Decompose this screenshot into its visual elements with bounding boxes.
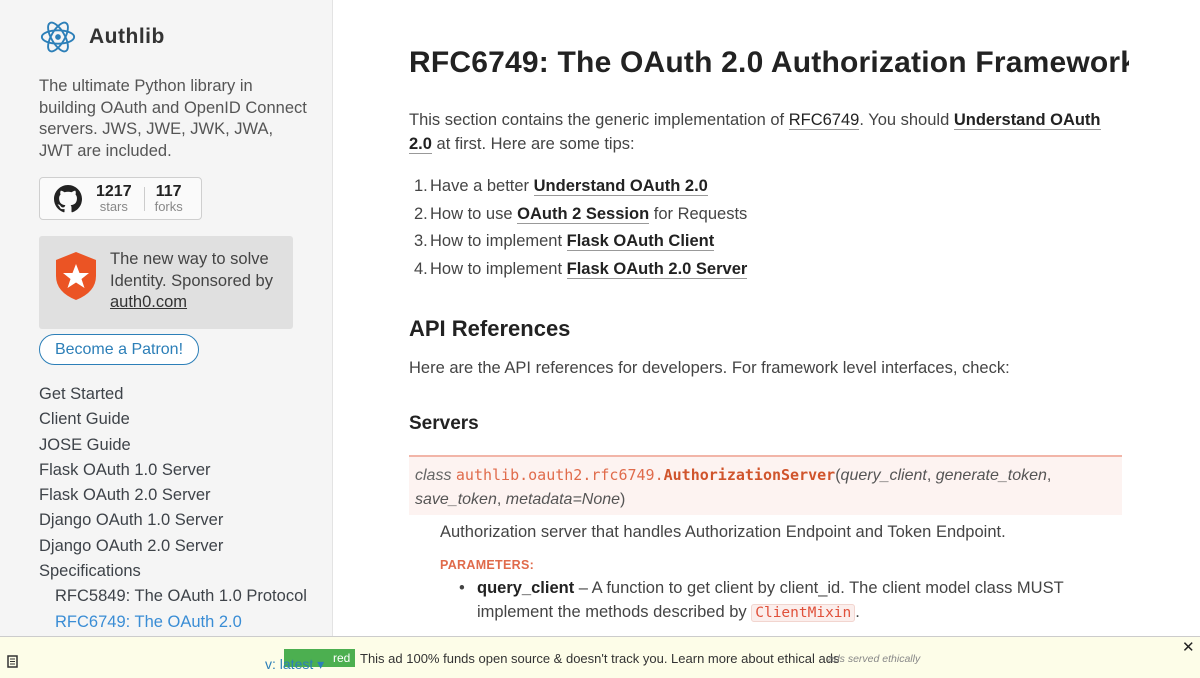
nav-get-started[interactable]: Get Started bbox=[39, 384, 307, 409]
version-selector[interactable]: v: latest ▾ bbox=[265, 656, 324, 673]
list-item: 3. How to implement Flask OAuth Client bbox=[414, 232, 715, 252]
github-icon bbox=[54, 184, 82, 212]
sponsor-link[interactable]: auth0.com bbox=[110, 293, 187, 311]
clientmixin-link[interactable]: ClientMixin bbox=[751, 604, 856, 622]
nav-django-oauth1-server[interactable]: Django OAuth 1.0 Server bbox=[39, 510, 307, 535]
parameter-item: • query_client – A function to get clien… bbox=[459, 576, 1119, 625]
sponsor-card[interactable]: The new way to solve Identity. Sponsored… bbox=[39, 236, 293, 329]
parameters-label: PARAMETERS: bbox=[440, 558, 535, 572]
intro-paragraph: This section contains the generic implem… bbox=[409, 111, 1101, 154]
tip-link[interactable]: Flask OAuth Client bbox=[566, 232, 715, 252]
nav-jose-guide[interactable]: JOSE Guide bbox=[39, 435, 307, 460]
book-icon[interactable] bbox=[6, 655, 19, 669]
api-references-text: Here are the API references for develope… bbox=[409, 359, 1010, 377]
nav-flask-oauth1-server[interactable]: Flask OAuth 1.0 Server bbox=[39, 460, 307, 485]
class-signature: class authlib.oauth2.rfc6749.Authorizati… bbox=[409, 455, 1122, 515]
tip-link[interactable]: OAuth 2 Session bbox=[517, 204, 650, 224]
bullet: • bbox=[459, 579, 465, 597]
list-item: 1. Have a better Understand OAuth 2.0 bbox=[414, 177, 708, 196]
tips-list: 1. Have a better Understand OAuth 2.0 2. H… bbox=[409, 173, 748, 283]
brand[interactable]: Authlib bbox=[39, 18, 165, 56]
sidebar: Authlib The ultimate Python library in b… bbox=[0, 0, 333, 636]
main-content: RFC6749: The OAuth 2.0 Authorization Fra… bbox=[409, 0, 1129, 636]
list-item: 2. How to use OAuth 2 Session for Request… bbox=[414, 204, 748, 224]
sponsor-text: The new way to solve Identity. Sponsored… bbox=[110, 250, 273, 311]
page-title: RFC6749: The OAuth 2.0 Authorization Fra… bbox=[409, 46, 1129, 79]
caret-down-icon: ▾ bbox=[317, 656, 325, 672]
sidebar-nav: Get Started Client Guide JOSE Guide Flas… bbox=[39, 384, 307, 636]
servers-heading: Servers bbox=[409, 413, 479, 434]
nav-specifications[interactable]: Specifications bbox=[39, 561, 307, 586]
tagline: The ultimate Python library in building … bbox=[39, 77, 307, 160]
auth0-logo-icon bbox=[56, 252, 96, 300]
class-description: Authorization server that handles Author… bbox=[440, 523, 1006, 541]
nav-client-guide[interactable]: Client Guide bbox=[39, 409, 307, 434]
class-name: AuthorizationServer bbox=[663, 466, 836, 484]
param-name: query_client bbox=[477, 579, 575, 597]
forks-count: 117 forks bbox=[154, 182, 183, 214]
tip-link[interactable]: Flask OAuth 2.0 Server bbox=[566, 259, 748, 279]
divider bbox=[143, 186, 145, 211]
stars-count: 1217 stars bbox=[96, 182, 132, 214]
nav-django-oauth2-server[interactable]: Django OAuth 2.0 Server bbox=[39, 536, 307, 561]
nav-rfc5849[interactable]: RFC5849: The OAuth 1.0 Protocol bbox=[39, 586, 307, 611]
api-references-heading: API References bbox=[409, 316, 571, 341]
close-icon[interactable]: ✕ bbox=[1182, 638, 1195, 656]
github-stats-button[interactable]: 1217 stars 117 forks bbox=[39, 177, 202, 220]
ads-served-label[interactable]: ads served ethically bbox=[828, 653, 920, 665]
brand-name: Authlib bbox=[89, 25, 165, 48]
become-patron-button[interactable]: Become a Patron! bbox=[39, 334, 199, 365]
list-item: 4. How to implement Flask OAuth 2.0 Serve… bbox=[414, 259, 748, 279]
nav-rfc6749[interactable]: RFC6749: The OAuth 2.0 bbox=[39, 612, 307, 636]
ad-text[interactable]: This ad 100% funds open source & doesn't… bbox=[360, 651, 839, 666]
nav-flask-oauth2-server[interactable]: Flask OAuth 2.0 Server bbox=[39, 485, 307, 510]
authlib-logo-icon bbox=[40, 21, 76, 53]
ethical-ad-bar: red v: latest ▾ This ad 100% funds open … bbox=[0, 636, 1200, 678]
tip-link[interactable]: Understand OAuth 2.0 bbox=[533, 177, 708, 196]
rfc6749-link[interactable]: RFC6749 bbox=[788, 111, 860, 130]
